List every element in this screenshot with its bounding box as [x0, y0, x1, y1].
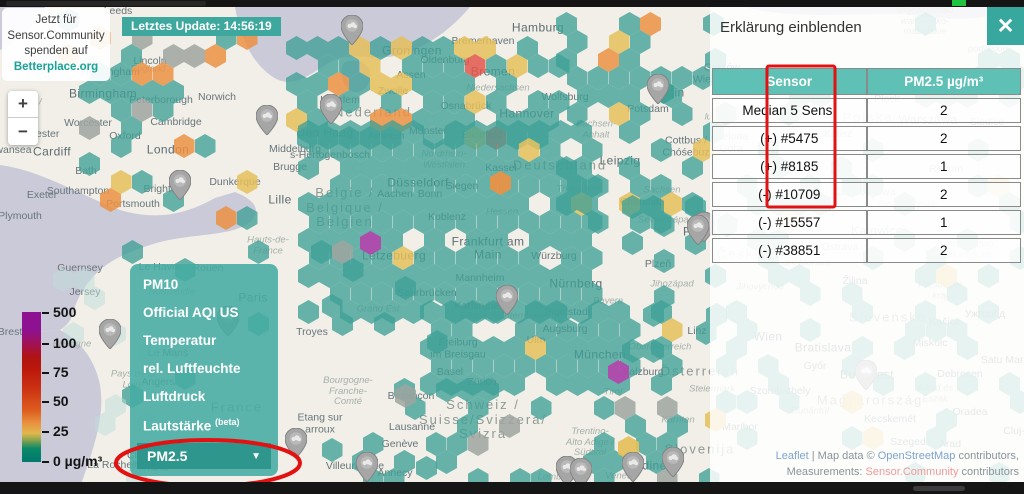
- last-update-badge: Letztes Update: 14:56:19: [122, 17, 281, 36]
- map-attribution: Leaflet | Map data © OpenStreetMap contr…: [776, 449, 1019, 480]
- selected-layer-label: PM2.5: [147, 448, 187, 464]
- beta-superscript: (beta): [215, 417, 240, 427]
- sensor-marker-pin[interactable]: [341, 15, 363, 45]
- betterplace-link[interactable]: Betterplace.org: [2, 60, 110, 76]
- explanation-toggle[interactable]: Erklärung einblenden: [720, 19, 862, 36]
- sensor-marker-pin[interactable]: [356, 452, 378, 482]
- layer-menu: PM10Official AQI USTemperaturrel. Luftfe…: [130, 264, 278, 476]
- legend-tick: [42, 343, 49, 345]
- donation-line2: Sensor.Community: [2, 29, 110, 45]
- table-cell: 1: [867, 210, 1022, 235]
- table-row: (-) #107092: [712, 182, 1021, 207]
- table-row: (-) #155571: [712, 210, 1021, 235]
- sensor-marker-pin[interactable]: [662, 447, 684, 477]
- table-cell: (+) #5475: [712, 126, 867, 151]
- legend-tick-label: 100: [53, 335, 76, 351]
- sensor-marker-pin[interactable]: [285, 428, 307, 458]
- table-header: Sensor: [712, 68, 867, 95]
- donation-box: Jetzt für Sensor.Community spenden auf B…: [2, 8, 110, 81]
- table-row: (+) #54752: [712, 126, 1021, 151]
- legend-tick: [42, 431, 49, 433]
- table-cell: 1: [867, 154, 1022, 179]
- legend-tick: [42, 312, 49, 314]
- legend-tick-label: 0 µg/m³: [53, 453, 102, 469]
- table-cell: (+) #8185: [712, 154, 867, 179]
- table-row: Median 5 Sens.2: [712, 98, 1021, 123]
- zoom-out-button[interactable]: −: [8, 118, 38, 145]
- legend-gradient-bar: [22, 312, 41, 462]
- sensor-marker-pin[interactable]: [687, 215, 709, 245]
- color-scale-legend: 5001007550250 µg/m³: [22, 312, 142, 472]
- window-top-bar: [0, 0, 1024, 7]
- window-bottom-bar: [0, 482, 1024, 494]
- map-zoom-control: + −: [8, 91, 38, 145]
- chevron-down-icon: ▼: [251, 451, 261, 462]
- sensor-marker-pin[interactable]: [622, 452, 644, 482]
- close-button[interactable]: ✕: [987, 7, 1024, 45]
- sensor-community-link[interactable]: Sensor.Community: [866, 466, 959, 478]
- legend-tick: [42, 372, 49, 374]
- table-cell: 2: [867, 98, 1022, 123]
- legend-tick-label: 500: [53, 304, 76, 320]
- osm-link[interactable]: OpenStreetMap: [878, 450, 956, 462]
- leaflet-link[interactable]: Leaflet: [776, 450, 809, 462]
- legend-tick-label: 50: [53, 393, 69, 409]
- table-cell: (-) #15557: [712, 210, 867, 235]
- sensor-marker-pin[interactable]: [169, 170, 191, 200]
- menu-item-temperatur[interactable]: Temperatur: [130, 326, 278, 354]
- menu-item-rel-luftfeuchte[interactable]: rel. Luftfeuchte: [130, 354, 278, 382]
- donation-line3: spenden auf: [2, 44, 110, 60]
- close-icon: ✕: [997, 14, 1015, 39]
- legend-tick: [42, 401, 49, 403]
- table-cell: (-) #10709: [712, 182, 867, 207]
- top-bar-accent: [952, 0, 966, 6]
- table-cell: 2: [867, 126, 1022, 151]
- menu-item-label: Lautstärke: [143, 418, 211, 433]
- zoom-in-button[interactable]: +: [8, 91, 38, 118]
- sensor-marker-pin[interactable]: [320, 94, 342, 124]
- table-row: (-) #388512: [712, 238, 1021, 263]
- table-cell: (-) #38851: [712, 238, 867, 263]
- browser-tab-strip: [6, 1, 206, 6]
- menu-item-lautstaerke[interactable]: Lautstärke (beta): [130, 410, 278, 440]
- menu-item-pm10[interactable]: PM10: [130, 270, 278, 298]
- sensor-marker-pin[interactable]: [256, 105, 278, 135]
- explanation-panel: Erklärung einblenden ✕ SensorPM2.5 µg/m³…: [710, 7, 1024, 482]
- menu-item-luftdruck[interactable]: Luftdruck: [130, 382, 278, 410]
- table-header: PM2.5 µg/m³: [867, 68, 1022, 95]
- table-cell: 2: [867, 182, 1022, 207]
- legend-tick-label: 75: [53, 364, 69, 380]
- sensor-table: SensorPM2.5 µg/m³ Median 5 Sens.2(+) #54…: [712, 65, 1021, 266]
- app-window: LeedsHullLincolnNottinghamEnglandBirming…: [0, 0, 1024, 494]
- sensor-marker-pin[interactable]: [496, 285, 518, 315]
- donation-line1: Jetzt für: [2, 13, 110, 29]
- table-cell: 2: [867, 238, 1022, 263]
- menu-item-official-aqi-us[interactable]: Official AQI US: [130, 298, 278, 326]
- legend-tick: [42, 461, 49, 463]
- layer-dropdown-selected[interactable]: PM2.5 ▼: [137, 443, 271, 469]
- legend-tick-label: 25: [53, 423, 69, 439]
- sensor-marker-pin[interactable]: [647, 74, 669, 104]
- table-cell: Median 5 Sens.: [712, 98, 867, 123]
- drag-handle: [913, 486, 965, 491]
- table-row: (+) #81851: [712, 154, 1021, 179]
